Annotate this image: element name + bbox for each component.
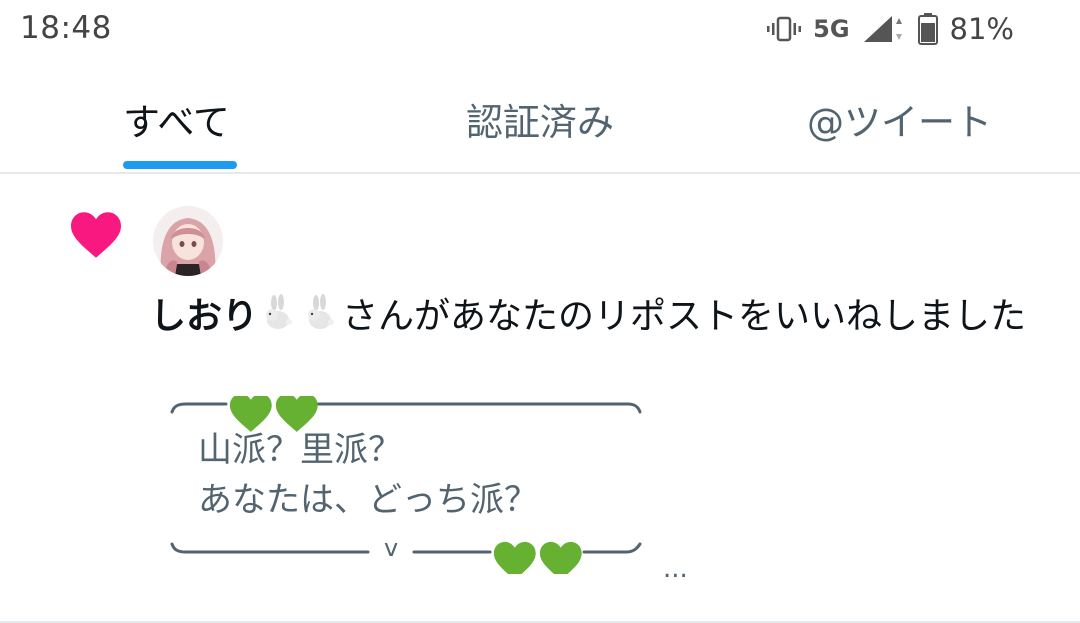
more-indicator: ... (663, 554, 688, 584)
status-time: 18:48 (20, 10, 112, 46)
tab-all[interactable]: すべて (123, 92, 230, 146)
notification-tabs: すべて 認証済み @ツイート (0, 60, 1080, 174)
avatar[interactable] (153, 206, 223, 276)
heart-icon (71, 212, 121, 258)
user-name[interactable]: しおり (150, 296, 258, 337)
quote-frame-mark: v (384, 534, 399, 562)
network-type: 5G (813, 15, 850, 43)
quote-line-2: あなたは、どっち派？ (198, 480, 538, 520)
signal-icon (863, 16, 902, 42)
action-text: さんがあなたのリポストをいいねしました (342, 296, 1027, 337)
vibrate-icon (767, 16, 802, 42)
rabbit-emoji (266, 294, 293, 329)
notification-item[interactable]: しおり さんがあなたのリポストをいいねしました 山派？里派？ あなたは、どっち派… (0, 174, 1080, 623)
rabbit-emoji (308, 294, 335, 329)
status-icons: 5G 81% (767, 12, 1014, 46)
active-tab-indicator (123, 161, 237, 169)
quoted-post[interactable]: 山派？里派？ あなたは、どっち派？ v (168, 396, 644, 574)
notification-text: しおり さんがあなたのリポストをいいねしました (150, 292, 1050, 342)
battery-icon (917, 13, 938, 45)
tab-mentions[interactable]: @ツイート (807, 92, 992, 146)
status-bar: 18:48 5G 81% (0, 0, 1080, 60)
battery-percent: 81% (949, 12, 1014, 46)
quote-line-1: 山派？里派？ (198, 430, 402, 470)
tab-verified[interactable]: 認証済み (466, 92, 614, 146)
